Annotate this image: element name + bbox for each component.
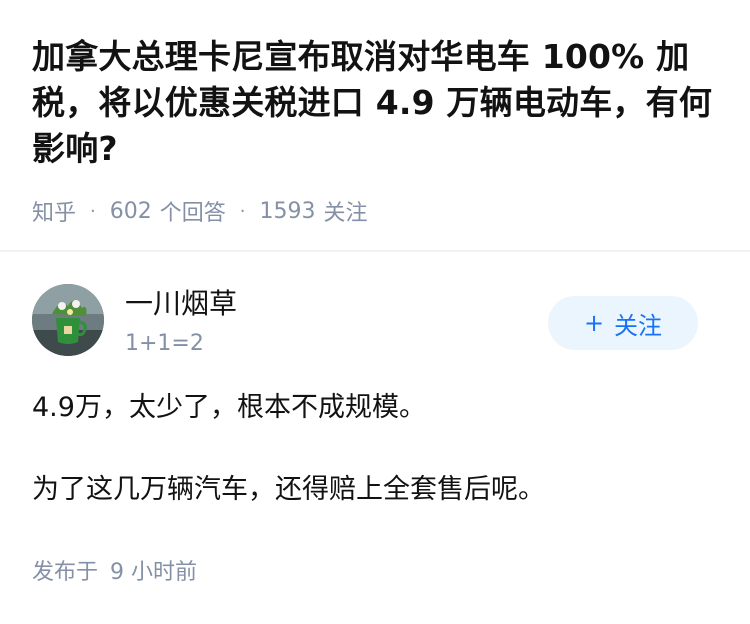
follow-button-label: 关注: [614, 311, 663, 340]
question-title[interactable]: 加拿大总理卡尼宣布取消对华电车 100% 加税，将以优惠关税进口 4.9 万辆电…: [32, 34, 722, 172]
published-label: 发布于: [32, 560, 99, 585]
separator-dot: ·: [90, 200, 96, 222]
plus-icon: +: [583, 309, 605, 337]
author-name[interactable]: 一川烟草: [125, 286, 237, 322]
avatar-image: [32, 284, 104, 356]
author-bio: 1+1=2: [125, 331, 204, 356]
answer-paragraph: 为了这几万辆汽车，还得赔上全套售后呢。: [32, 474, 545, 505]
follow-button[interactable]: + 关注: [548, 296, 698, 350]
publish-info: 发布于 9 小时前: [32, 558, 197, 588]
question-header: 加拿大总理卡尼宣布取消对华电车 100% 加税，将以优惠关税进口 4.9 万辆电…: [0, 0, 750, 250]
published-time: 9 小时前: [110, 560, 198, 585]
answer-content: 4.9万，太少了，根本不成规模。 为了这几万辆汽车，还得赔上全套售后呢。: [32, 388, 722, 510]
question-meta: 知乎 · 602 个回答 · 1593 关注: [32, 195, 368, 227]
answer-count-label: 个回答: [159, 201, 226, 226]
avatar[interactable]: [32, 284, 104, 356]
author-card: 一川烟草 1+1=2 + 关注: [0, 252, 750, 372]
separator-dot: ·: [239, 200, 246, 222]
follow-count-label: 关注: [323, 201, 368, 226]
answer-count: 602: [109, 198, 152, 224]
source-label[interactable]: 知乎: [32, 195, 76, 227]
answer-paragraph: 4.9万，太少了，根本不成规模。: [32, 392, 426, 423]
follow-count: 1593: [259, 198, 316, 224]
